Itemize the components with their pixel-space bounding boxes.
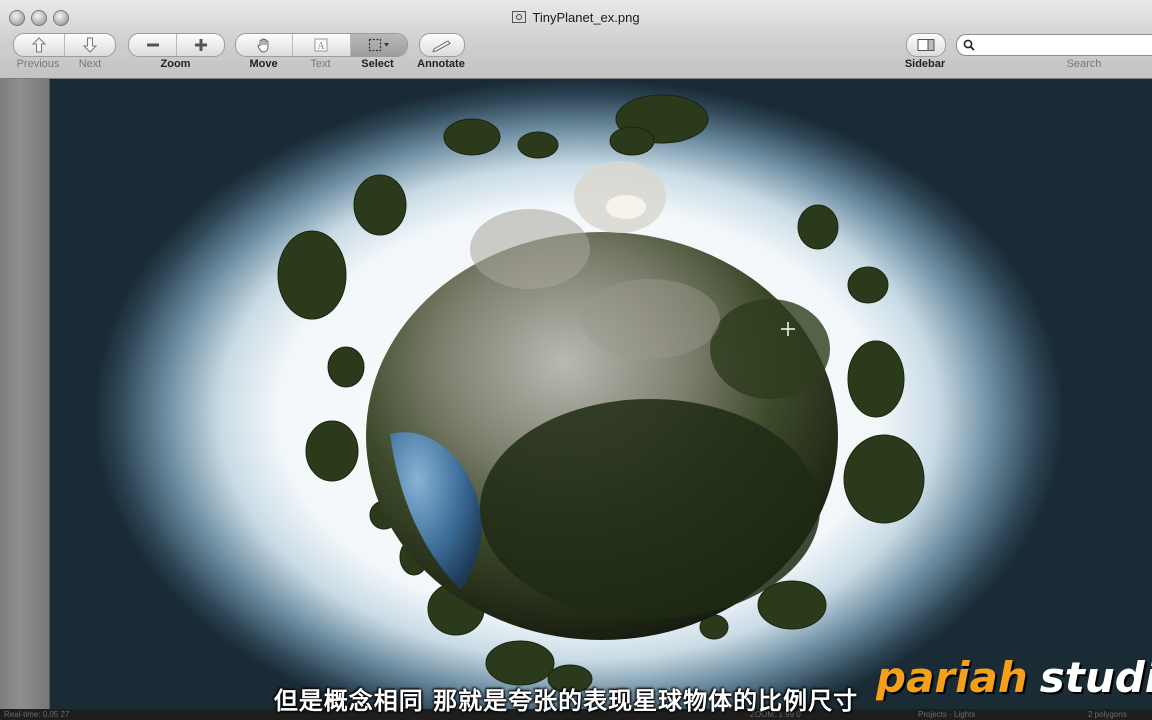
next-label: Next — [78, 58, 102, 70]
zoom-control — [128, 33, 225, 57]
up-arrow-icon — [31, 37, 47, 53]
sidebar-icon — [917, 39, 935, 51]
text-cursor-icon: A — [314, 38, 328, 52]
next-button[interactable] — [65, 34, 115, 56]
image-canvas[interactable] — [50, 79, 1152, 709]
window-title-text: TinyPlanet_ex.png — [532, 10, 640, 25]
window-titlebar: TinyPlanet_ex.png Previous Next Zoom A M… — [0, 0, 1152, 79]
annotate-button[interactable] — [419, 33, 465, 57]
zoom-in-button[interactable] — [177, 34, 224, 56]
window-title: TinyPlanet_ex.png — [0, 10, 1152, 25]
move-label: Move — [249, 58, 278, 70]
subtitle-text: 但是概念相同 那就是夸张的表现星球物体的比例尺寸 — [273, 687, 859, 715]
minus-icon — [146, 43, 159, 47]
tiny-planet-image — [277, 94, 925, 694]
pencil-icon — [432, 40, 451, 52]
zoom-out-button[interactable] — [129, 34, 177, 56]
move-tool-button[interactable] — [236, 34, 294, 56]
annotate-label: Annotate — [417, 58, 465, 70]
annotate-segment[interactable] — [420, 34, 464, 56]
search-label: Search — [1066, 58, 1102, 70]
down-arrow-icon — [82, 37, 98, 53]
watermark-studio: studio — [1039, 655, 1152, 701]
sidebar-button[interactable] — [906, 33, 946, 57]
plus-icon — [194, 39, 207, 51]
sidebar-strip — [0, 79, 50, 709]
previous-label: Previous — [16, 58, 60, 70]
svg-text:A: A — [318, 41, 326, 52]
previous-next-control — [13, 33, 116, 57]
crosshair-cursor-icon — [781, 322, 795, 336]
sidebar-segment[interactable] — [907, 34, 945, 56]
select-tool-button[interactable] — [350, 34, 407, 56]
select-label: Select — [361, 58, 394, 70]
zoom-label: Zoom — [160, 58, 191, 70]
previous-button[interactable] — [14, 34, 65, 56]
search-field[interactable] — [956, 34, 1152, 56]
search-input[interactable] — [979, 37, 1152, 53]
tool-mode-control: A — [235, 33, 408, 57]
watermark-pariah: pariah — [876, 655, 1028, 701]
text-label: Text — [310, 58, 331, 70]
marquee-select-icon — [368, 38, 389, 52]
studio-watermark: pariahstudio — [876, 655, 1152, 701]
image-document-icon — [512, 11, 527, 23]
sidebar-label: Sidebar — [904, 58, 946, 70]
text-tool-button[interactable]: A — [293, 34, 351, 56]
magnifier-icon — [963, 39, 975, 51]
hand-icon — [257, 38, 269, 53]
